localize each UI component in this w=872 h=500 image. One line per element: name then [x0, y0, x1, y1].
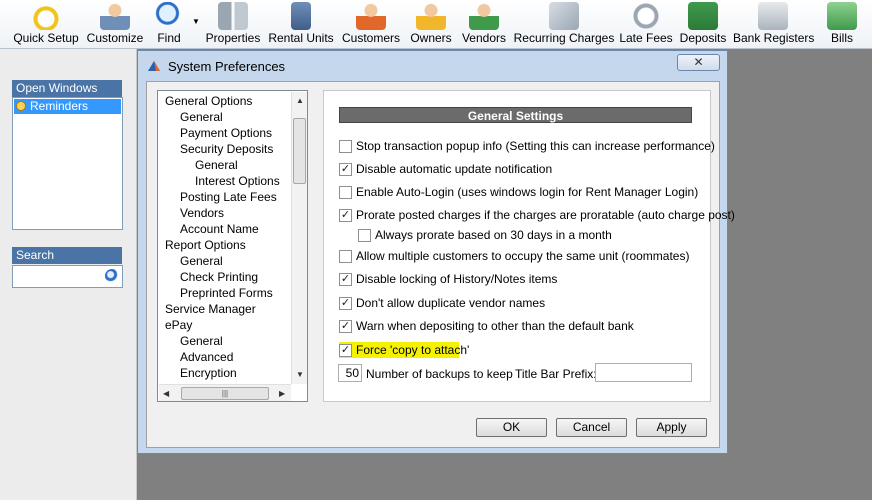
main-toolbar: Quick Setup Customize Find ▼ Properties … — [0, 0, 872, 49]
late-fees-button[interactable]: Late Fees — [619, 0, 673, 48]
system-preferences-dialog: System Preferences ✕ General Options Gen… — [137, 50, 735, 454]
bills-button[interactable]: Bills — [822, 0, 862, 48]
tree-item[interactable]: General — [180, 254, 223, 268]
checkbox[interactable]: ✓ — [339, 320, 352, 333]
scroll-thumb[interactable]: ||| — [181, 387, 269, 400]
customize-button[interactable]: Customize — [84, 0, 146, 48]
left-pane: Open Windows Reminders Search — [0, 49, 137, 500]
scroll-down-icon[interactable]: ▼ — [296, 370, 304, 379]
user-settings-icon — [100, 2, 130, 30]
dialog-body: General Options General Payment Options … — [146, 81, 735, 448]
tree-item[interactable]: Service Manager — [165, 302, 256, 316]
vendors-button[interactable]: Vendors — [458, 0, 510, 48]
section-header: General Settings — [339, 107, 692, 123]
search-header: Search — [12, 247, 122, 264]
recurring-charges-icon — [549, 2, 579, 30]
bills-icon — [827, 2, 857, 30]
vendor-icon — [469, 2, 499, 30]
close-button[interactable]: ✕ — [677, 54, 720, 71]
tree-item[interactable]: Account Name — [180, 222, 259, 236]
bank-register-icon — [758, 2, 788, 30]
checkbox[interactable]: ✓ — [339, 297, 352, 310]
deposit-icon — [688, 2, 718, 30]
backups-label: Number of backups to keep — [366, 367, 513, 381]
checkbox[interactable] — [339, 250, 352, 263]
tree-item[interactable]: Advanced — [180, 350, 233, 364]
tree-item[interactable]: Encryption — [180, 366, 237, 380]
tree-horizontal-scrollbar[interactable]: ◀ ||| ▶ — [159, 384, 291, 401]
recurring-charges-button[interactable]: Recurring Charges — [513, 0, 615, 48]
checkbox[interactable]: ✓ — [339, 344, 352, 357]
checkbox[interactable]: ✓ — [339, 209, 352, 222]
find-dropdown-icon[interactable]: ▼ — [192, 17, 200, 26]
tree-item[interactable]: Posting Late Fees — [180, 190, 277, 204]
title-bar-prefix-input[interactable] — [595, 363, 692, 382]
customers-button[interactable]: Customers — [340, 0, 402, 48]
tree-item[interactable]: General — [180, 334, 223, 348]
checkbox[interactable] — [358, 229, 371, 242]
tree-item[interactable]: General — [180, 110, 223, 124]
open-windows-list: Reminders — [12, 97, 123, 230]
option-force-copy-to-attach[interactable]: ✓ Force 'copy to attach' — [339, 342, 469, 358]
owner-icon — [416, 2, 446, 30]
checkbox[interactable] — [339, 140, 352, 153]
magnifier-icon — [154, 2, 184, 30]
tree-item[interactable]: Vendors — [180, 206, 224, 220]
general-settings-panel: General Settings Stop transaction popup … — [323, 90, 735, 402]
tree-item[interactable]: Payment Options — [180, 126, 272, 140]
search-input[interactable] — [12, 265, 123, 288]
tree-item[interactable]: General Options — [165, 94, 252, 108]
title-bar-prefix-label: Title Bar Prefix: — [515, 367, 597, 381]
tree-vertical-scrollbar[interactable]: ▲ ▼ — [291, 92, 307, 384]
checkbox[interactable]: ✓ — [339, 273, 352, 286]
tree-item[interactable]: Interest Options — [195, 174, 280, 188]
scroll-up-icon[interactable]: ▲ — [296, 96, 304, 105]
scroll-right-icon[interactable]: ▶ — [279, 389, 285, 398]
ok-button[interactable]: OK — [476, 418, 547, 437]
cancel-button[interactable]: Cancel — [556, 418, 627, 437]
find-button[interactable]: Find — [150, 0, 188, 48]
dialog-title: System Preferences — [168, 59, 286, 74]
tree-item[interactable]: Security Deposits — [180, 142, 273, 156]
properties-button[interactable]: Properties — [203, 0, 263, 48]
preferences-tree[interactable]: General Options General Payment Options … — [157, 90, 308, 402]
app-logo-icon — [148, 61, 160, 71]
open-windows-header: Open Windows — [12, 80, 122, 97]
tree-item[interactable]: Preprinted Forms — [180, 286, 273, 300]
deposits-button[interactable]: Deposits — [677, 0, 729, 48]
tree-item[interactable]: Check Printing — [180, 270, 258, 284]
clock-icon — [16, 101, 26, 111]
tree-item[interactable]: General — [195, 158, 238, 172]
checkbox[interactable] — [339, 186, 352, 199]
bank-registers-button[interactable]: Bank Registers — [733, 0, 814, 48]
scroll-left-icon[interactable]: ◀ — [163, 389, 169, 398]
owners-button[interactable]: Owners — [406, 0, 456, 48]
customer-icon — [356, 2, 386, 30]
scroll-thumb[interactable] — [293, 118, 306, 184]
buildings-icon — [218, 2, 248, 30]
quick-setup-button[interactable]: Quick Setup — [10, 0, 82, 48]
tree-item[interactable]: Report Options — [165, 238, 246, 252]
checkbox[interactable]: ✓ — [339, 163, 352, 176]
tree-item[interactable]: ePay — [165, 318, 192, 332]
stopwatch-icon — [31, 2, 61, 30]
late-fees-icon — [631, 2, 661, 30]
rental-units-button[interactable]: Rental Units — [266, 0, 336, 48]
apply-button[interactable]: Apply — [636, 418, 707, 437]
open-window-reminders[interactable]: Reminders — [14, 99, 121, 114]
door-icon — [291, 2, 311, 30]
search-icon[interactable] — [105, 269, 119, 283]
backups-count-input[interactable]: 50 — [338, 364, 362, 382]
